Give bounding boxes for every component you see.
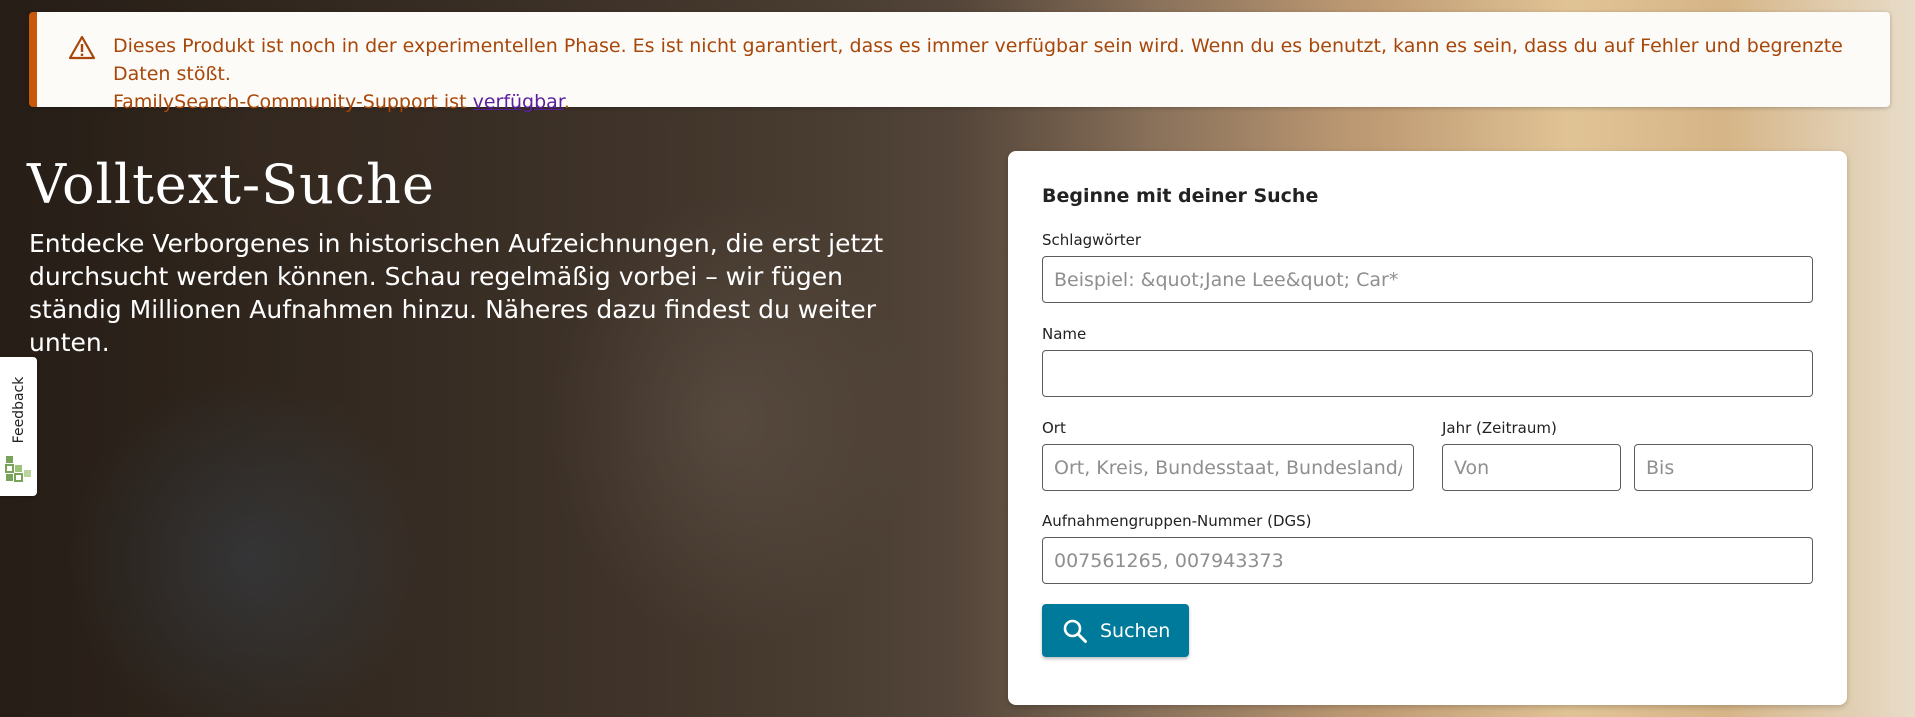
name-label: Name <box>1042 325 1087 343</box>
feedback-tab[interactable]: Feedback <box>0 357 37 496</box>
keywords-input[interactable] <box>1042 256 1813 303</box>
year-from-input[interactable] <box>1442 444 1621 491</box>
support-link[interactable]: verfügbar <box>473 91 564 113</box>
search-card: Beginne mit deiner Suche Schlagwörter Na… <box>1008 151 1847 705</box>
year-to-input[interactable] <box>1634 444 1813 491</box>
place-input[interactable] <box>1042 444 1414 491</box>
search-button-label: Suchen <box>1100 619 1171 642</box>
dgs-input[interactable] <box>1042 537 1813 584</box>
feedback-icon <box>5 456 31 482</box>
banner-text: Dieses Produkt ist noch in der experimen… <box>113 32 1870 116</box>
banner-support-prefix: FamilySearch-Community-Support ist <box>113 91 473 113</box>
search-button[interactable]: Suchen <box>1042 604 1189 657</box>
search-icon <box>1063 619 1087 643</box>
page-title: Volltext-Suche <box>27 153 435 216</box>
banner-support-suffix: . <box>563 91 570 113</box>
place-label: Ort <box>1042 419 1066 437</box>
warning-icon <box>68 35 96 60</box>
feedback-label: Feedback <box>10 376 27 444</box>
keywords-label: Schlagwörter <box>1042 231 1142 249</box>
dgs-label: Aufnahmengruppen-Nummer (DGS) <box>1042 512 1312 530</box>
hero-description: Entdecke Verborgenes in historischen Auf… <box>29 229 884 357</box>
name-input[interactable] <box>1042 350 1813 397</box>
experimental-warning-banner: Dieses Produkt ist noch in der experimen… <box>29 12 1890 113</box>
search-card-title: Beginne mit deiner Suche <box>1042 185 1319 207</box>
year-range-label: Jahr (Zeitraum) <box>1442 419 1557 437</box>
banner-message: Dieses Produkt ist noch in der experimen… <box>113 35 1843 85</box>
